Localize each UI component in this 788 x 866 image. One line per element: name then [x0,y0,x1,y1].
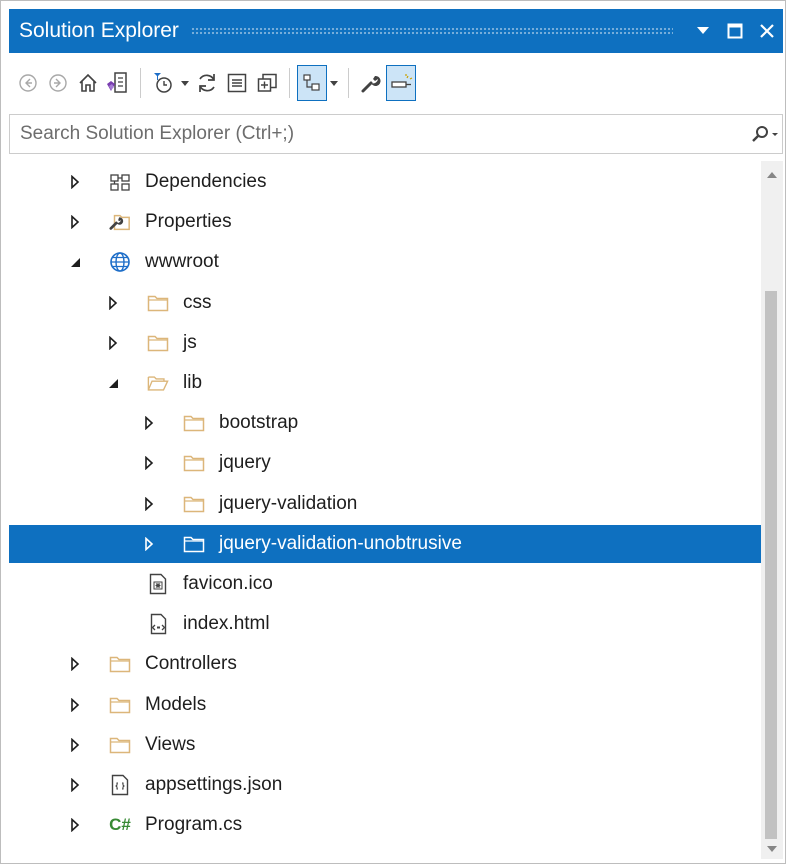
tree-item[interactable]: Views [9,726,761,764]
properties-icon[interactable] [356,65,386,101]
json-file-icon [109,774,131,796]
tree-item-label: Models [145,693,207,715]
search-input[interactable] [10,122,748,146]
title-bar[interactable]: Solution Explorer [9,9,783,53]
folder-icon [109,653,131,675]
tree-item-label: Controllers [145,653,237,675]
folder-icon [183,493,205,515]
tree-item-label: jquery [219,452,271,474]
expand-arrow-icon[interactable] [69,174,81,190]
tree-item[interactable]: lib [9,364,761,402]
pin-icon[interactable] [386,65,416,101]
tree-item[interactable]: js [9,324,761,362]
chevron-down-icon[interactable] [327,65,341,101]
tree-item-label: appsettings.json [145,774,283,795]
sync-icon[interactable] [192,65,222,101]
tree-item-label: js [183,331,197,353]
expand-arrow-icon[interactable] [69,817,81,833]
pending-changes-filter-icon[interactable] [148,65,178,101]
tree-item[interactable]: C# Program.cs [9,806,761,844]
expand-arrow-icon[interactable] [107,295,119,311]
tree-item-label: favicon.ico [183,573,273,594]
tree-item[interactable]: jquery [9,444,761,482]
folder-icon [183,412,205,434]
tree-item-label: css [183,291,212,313]
expand-arrow-icon[interactable] [143,455,155,471]
expand-arrow-icon[interactable] [69,656,81,672]
collapse-arrow-icon[interactable] [69,254,81,270]
expand-arrow-icon[interactable] [143,536,155,552]
show-all-files-icon[interactable] [252,65,282,101]
tree-item-label: Views [145,733,196,755]
scroll-down-arrow-icon[interactable] [761,845,783,859]
tree-item[interactable]: index.html [9,605,761,643]
window-title: Solution Explorer [19,19,179,42]
drag-grip[interactable] [190,27,673,35]
csharp-file-icon: C# [109,814,131,836]
tree-item-label: lib [183,372,203,393]
tree-item[interactable]: Controllers [9,645,761,683]
tree-item-label: index.html [183,613,270,635]
toolbar-separator [140,68,141,98]
toolbar [9,57,783,109]
vertical-scrollbar[interactable] [761,161,783,859]
maximize-icon[interactable] [719,9,751,53]
collapse-arrow-icon[interactable] [107,375,119,391]
globe-icon [109,251,131,273]
tree-item[interactable]: appsettings.json [9,766,761,804]
search-box[interactable] [9,114,783,154]
tree-item-label: Dependencies [145,171,267,192]
search-icon[interactable] [748,115,782,153]
tree-item-label: jquery-validation [219,492,358,514]
home-icon[interactable] [73,65,103,101]
tree-item[interactable]: wwwroot [9,243,761,281]
dropdown-arrow-icon[interactable] [687,9,719,53]
tree-item-label: jquery-validation-unobtrusive [219,532,462,554]
csharp-glyph: C# [109,815,131,835]
solution-explorer-window: Solution Explorer Search Solution Explor… [0,0,786,864]
solution-tree: Dependencies Properties wwwroot css js lib boo… [9,161,761,851]
toolbar-separator [289,68,290,98]
folder-icon [147,332,169,354]
expand-arrow-icon[interactable] [69,214,81,230]
folder-icon [183,452,205,474]
folder-icon [147,292,169,314]
tree-item-label: bootstrap [219,412,299,434]
switch-views-icon[interactable] [103,65,133,101]
scroll-up-arrow-icon[interactable] [761,169,783,185]
folder-icon [109,694,131,716]
expand-arrow-icon[interactable] [143,496,155,512]
tree-item[interactable]: Dependencies [9,163,761,201]
expand-arrow-icon[interactable] [107,335,119,351]
tree-item[interactable]: jquery-validation-unobtrusive [9,524,761,563]
tree-item[interactable]: css [9,284,761,322]
tree-item[interactable]: Models [9,686,761,724]
tree-item[interactable]: bootstrap [9,404,761,442]
tree-item[interactable]: Properties [9,203,761,241]
properties-folder-icon [109,211,131,233]
image-file-icon [147,573,169,595]
expand-arrow-icon[interactable] [69,777,81,793]
chevron-down-icon[interactable] [178,65,192,101]
expand-arrow-icon[interactable] [69,737,81,753]
collapse-all-icon[interactable] [222,65,252,101]
html-file-icon [147,613,169,635]
folder-icon [109,734,131,756]
preview-selected-items-icon[interactable] [297,65,327,101]
tree-item[interactable]: favicon.ico [9,565,761,603]
tree-item[interactable]: jquery-validation [9,485,761,523]
close-icon[interactable] [751,9,783,53]
scrollbar-thumb[interactable] [765,291,777,839]
toolbar-separator [348,68,349,98]
folder-open-icon [147,372,169,394]
tree-item-label: Program.cs [145,814,243,836]
tree-item-label: Properties [145,211,232,233]
expand-arrow-icon[interactable] [69,697,81,713]
forward-icon[interactable] [43,65,73,101]
dependencies-icon [109,171,131,193]
expand-arrow-icon[interactable] [143,415,155,431]
tree-item-label: wwwroot [145,251,219,273]
back-icon[interactable] [13,65,43,101]
folder-icon [183,533,205,555]
